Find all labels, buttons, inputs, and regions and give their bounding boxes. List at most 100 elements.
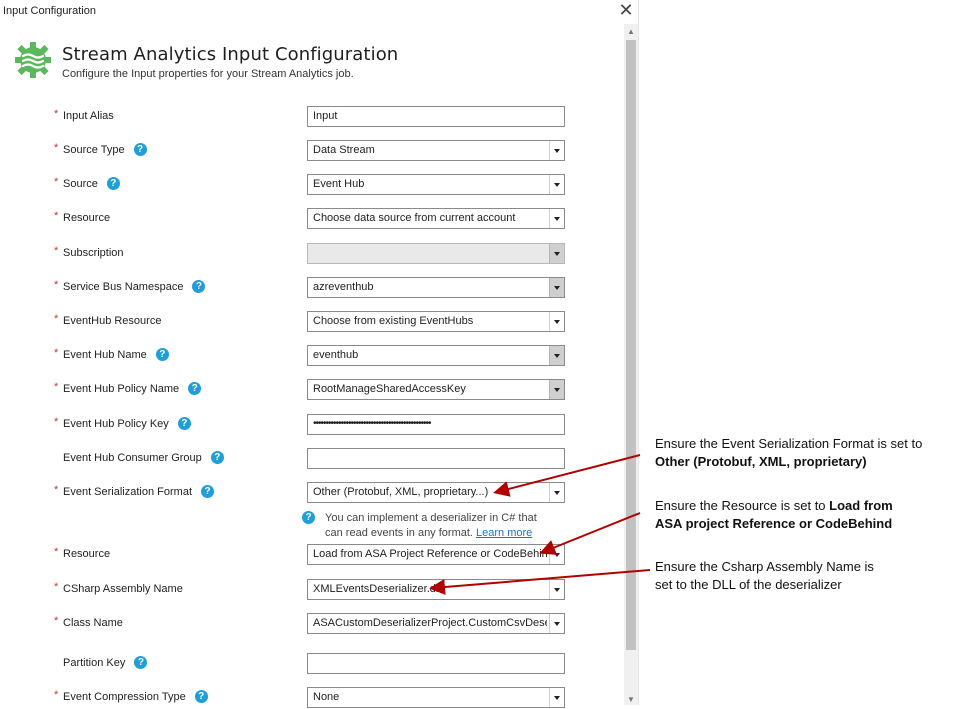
compression-type-label: Event Compression Type bbox=[63, 691, 186, 703]
source-type-dropdown[interactable]: Data Stream bbox=[307, 140, 565, 161]
input-alias-row: * Input Alias Input bbox=[0, 106, 624, 128]
chevron-down-icon[interactable] bbox=[549, 580, 564, 599]
serialization-format-row: * Event Serialization Format? Other (Pro… bbox=[0, 482, 624, 504]
consumer-group-label: Event Hub Consumer Group bbox=[63, 452, 202, 464]
event-hub-name-row: * Event Hub Name? eventhub bbox=[0, 345, 624, 367]
scrollbar-thumb[interactable] bbox=[626, 40, 636, 650]
event-hub-name-dropdown[interactable]: eventhub bbox=[307, 345, 565, 366]
required-marker: * bbox=[54, 108, 59, 120]
chevron-down-icon[interactable] bbox=[549, 209, 564, 228]
service-bus-namespace-label-wrap: Service Bus Namespace? bbox=[63, 279, 206, 293]
event-hub-policy-name-label-wrap: Event Hub Policy Name? bbox=[63, 381, 202, 395]
required-marker: * bbox=[54, 546, 59, 558]
page-subtitle: Configure the Input properties for your … bbox=[62, 68, 354, 80]
help-icon[interactable]: ? bbox=[106, 176, 120, 190]
source-value: Event Hub bbox=[313, 178, 365, 190]
page-title: Stream Analytics Input Configuration bbox=[62, 44, 399, 65]
chevron-down-icon[interactable] bbox=[549, 688, 564, 707]
event-hub-policy-name-dropdown[interactable]: RootManageSharedAccessKey bbox=[307, 379, 565, 400]
required-marker: * bbox=[54, 142, 59, 154]
serialization-format-dropdown[interactable]: Other (Protobuf, XML, proprietary...) bbox=[307, 482, 565, 503]
title-bar: Input Configuration ✕ bbox=[0, 0, 638, 24]
help-icon[interactable]: ? bbox=[134, 655, 148, 669]
resource-loader-value: Load from ASA Project Reference or CodeB… bbox=[313, 548, 547, 560]
vertical-scrollbar[interactable]: ▲ ▼ bbox=[624, 24, 638, 705]
subscription-label: Subscription bbox=[63, 247, 124, 259]
annotation-serialization-text: Ensure the Event Serialization Format is… bbox=[655, 436, 923, 451]
event-hub-policy-key-row: * Event Hub Policy Key? ••••••••••••••••… bbox=[0, 414, 624, 436]
help-icon[interactable]: ? bbox=[188, 381, 202, 395]
resource-loader-row: * Resource Load from ASA Project Referen… bbox=[0, 544, 624, 566]
gear-waves-icon bbox=[15, 42, 51, 78]
annotation-assembly: Ensure the Csharp Assembly Name is set t… bbox=[655, 558, 955, 594]
required-marker: * bbox=[54, 245, 59, 257]
source-type-row: * Source Type? Data Stream bbox=[0, 140, 624, 162]
class-name-dropdown[interactable]: ASACustomDeserializerProject.CustomCsvDe… bbox=[307, 613, 565, 634]
help-icon[interactable]: ? bbox=[177, 416, 191, 430]
help-icon[interactable]: ? bbox=[155, 347, 169, 361]
required-marker: * bbox=[54, 689, 59, 701]
chevron-down-icon[interactable] bbox=[549, 312, 564, 331]
required-marker: * bbox=[54, 279, 59, 291]
event-hub-policy-key-field[interactable]: ••••••••••••••••••••••••••••••••••••••••… bbox=[307, 414, 565, 435]
required-marker: * bbox=[54, 416, 59, 428]
consumer-group-row: Event Hub Consumer Group? bbox=[0, 448, 624, 470]
serialization-format-value: Other (Protobuf, XML, proprietary...) bbox=[313, 486, 489, 498]
csharp-assembly-row: * CSharp Assembly Name XMLEventsDeserial… bbox=[0, 579, 624, 601]
close-icon[interactable]: ✕ bbox=[616, 1, 636, 21]
event-hub-policy-name-value: RootManageSharedAccessKey bbox=[313, 383, 466, 395]
source-type-label: Source Type bbox=[63, 144, 125, 156]
deserializer-info-text-wrap: You can implement a deserializer in C# t… bbox=[325, 511, 557, 541]
help-icon[interactable]: ? bbox=[201, 484, 214, 498]
chevron-down-icon[interactable] bbox=[549, 175, 564, 194]
help-icon[interactable]: ? bbox=[192, 279, 206, 293]
help-icon[interactable]: ? bbox=[194, 689, 208, 703]
help-icon[interactable]: ? bbox=[133, 142, 147, 156]
event-hub-policy-key-label-wrap: Event Hub Policy Key? bbox=[63, 416, 191, 430]
required-marker: * bbox=[54, 484, 59, 496]
scroll-down-icon[interactable]: ▼ bbox=[627, 696, 635, 704]
chevron-down-icon[interactable] bbox=[549, 244, 564, 263]
annotation-serialization-bold: Other (Protobuf, XML, proprietary) bbox=[655, 454, 867, 469]
resource-value: Choose data source from current account bbox=[313, 212, 516, 224]
source-label: Source bbox=[63, 178, 98, 190]
compression-type-value: None bbox=[313, 691, 340, 703]
annotation-resource-text: Ensure the Resource is set to bbox=[655, 498, 830, 513]
required-marker: * bbox=[54, 176, 59, 188]
event-hub-name-label: Event Hub Name bbox=[63, 349, 147, 361]
scroll-up-icon[interactable]: ▲ bbox=[627, 28, 635, 36]
serialization-format-label-wrap: Event Serialization Format? bbox=[63, 484, 214, 498]
help-icon[interactable]: ? bbox=[210, 450, 224, 464]
chevron-down-icon[interactable] bbox=[549, 545, 564, 564]
annotation-assembly-text1: Ensure the Csharp Assembly Name is bbox=[655, 559, 874, 574]
resource-loader-dropdown[interactable]: Load from ASA Project Reference or CodeB… bbox=[307, 544, 565, 565]
chevron-down-icon[interactable] bbox=[549, 278, 564, 297]
chevron-down-icon[interactable] bbox=[549, 380, 564, 399]
info-icon: ? bbox=[302, 511, 315, 524]
csharp-assembly-label: CSharp Assembly Name bbox=[63, 583, 183, 595]
window-title: Input Configuration bbox=[3, 5, 96, 17]
chevron-down-icon[interactable] bbox=[549, 141, 564, 160]
csharp-assembly-dropdown[interactable]: XMLEventsDeserializer.dll bbox=[307, 579, 565, 600]
partition-key-field[interactable] bbox=[307, 653, 565, 674]
consumer-group-field[interactable] bbox=[307, 448, 565, 469]
subscription-dropdown[interactable] bbox=[307, 243, 565, 264]
eventhub-resource-row: * EventHub Resource Choose from existing… bbox=[0, 311, 624, 333]
source-dropdown[interactable]: Event Hub bbox=[307, 174, 565, 195]
chevron-down-icon[interactable] bbox=[549, 483, 564, 502]
required-marker: * bbox=[54, 313, 59, 325]
resource-dropdown[interactable]: Choose data source from current account bbox=[307, 208, 565, 229]
input-alias-value: Input bbox=[313, 110, 338, 122]
required-marker: * bbox=[54, 210, 59, 222]
chevron-down-icon[interactable] bbox=[549, 346, 564, 365]
consumer-group-label-wrap: Event Hub Consumer Group? bbox=[63, 450, 224, 464]
service-bus-namespace-dropdown[interactable]: azreventhub bbox=[307, 277, 565, 298]
chevron-down-icon[interactable] bbox=[549, 614, 564, 633]
required-marker: * bbox=[54, 615, 59, 627]
source-type-label-wrap: Source Type? bbox=[63, 142, 147, 156]
input-alias-field[interactable]: Input bbox=[307, 106, 565, 127]
class-name-value: ASACustomDeserializerProject.CustomCsvDe… bbox=[313, 617, 547, 629]
partition-key-label: Partition Key bbox=[63, 657, 126, 669]
eventhub-resource-dropdown[interactable]: Choose from existing EventHubs bbox=[307, 311, 565, 332]
learn-more-link[interactable]: Learn more bbox=[476, 527, 532, 539]
